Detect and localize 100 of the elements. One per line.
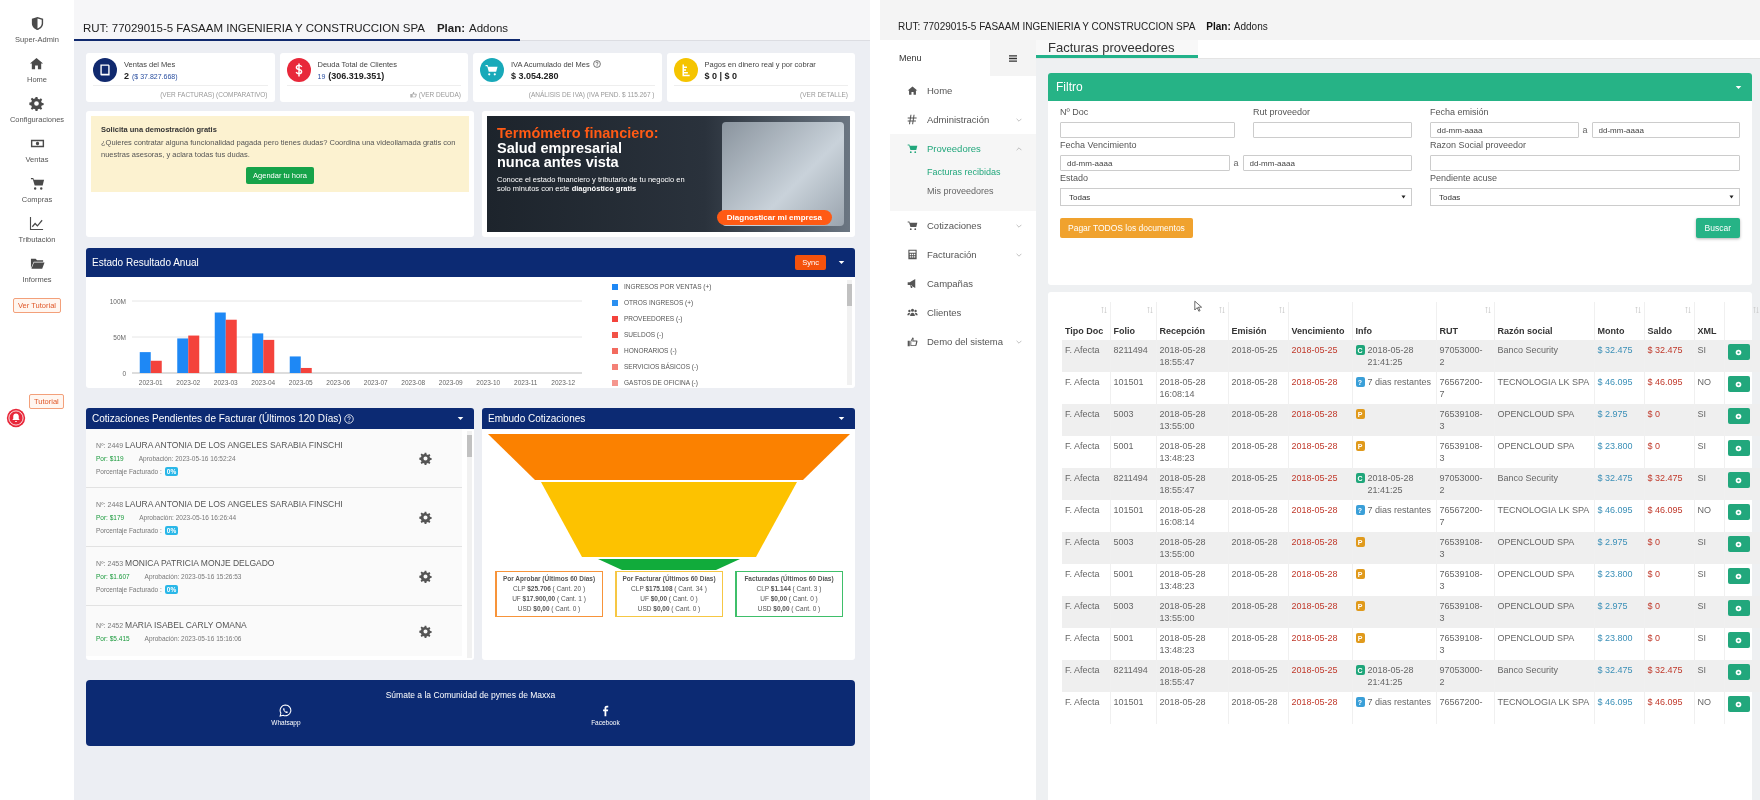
- gear-icon[interactable]: [419, 510, 432, 524]
- table-cell: $ 2.975: [1597, 600, 1628, 612]
- company-rut: RUT: 77029015-5 FASAAM INGENIERIA Y CONSTRUCCION SPA: [898, 21, 1196, 32]
- column-header[interactable]: Recepción: [1159, 326, 1205, 336]
- row-action-button[interactable]: [1727, 664, 1750, 680]
- caret-icon[interactable]: [457, 416, 464, 421]
- column-header[interactable]: Tipo Doc: [1065, 326, 1104, 336]
- plan-name: Addons: [1233, 21, 1268, 32]
- select-field[interactable]: Todas: [1430, 188, 1740, 206]
- menu-button[interactable]: [990, 40, 1036, 76]
- table-cell: $ 46.095: [1647, 696, 1683, 708]
- line-chart-icon: [29, 216, 45, 231]
- table-cell: $ 32.475: [1647, 472, 1683, 484]
- column-header[interactable]: XML: [1697, 326, 1717, 336]
- row-action-button[interactable]: [1727, 504, 1750, 520]
- table-cell: $ 46.095: [1597, 504, 1633, 516]
- date-field[interactable]: dd-mm-aaaa: [1591, 122, 1740, 138]
- table-cell: 2018-05-28: [1291, 408, 1338, 420]
- table-cell: TECNOLOGIA LK SPA: [1497, 504, 1590, 516]
- row-action-button[interactable]: [1727, 376, 1750, 392]
- table-cell: $ 32.475: [1647, 344, 1683, 356]
- column-header[interactable]: Folio: [1113, 326, 1135, 336]
- table-cell: SI: [1697, 472, 1706, 484]
- table-cell: 2018-05-28: [1291, 632, 1338, 644]
- table-cell: SI: [1697, 600, 1706, 612]
- table-cell: F. Afecta: [1065, 408, 1100, 420]
- column-header[interactable]: Saldo: [1647, 326, 1672, 336]
- table-cell: 101501: [1113, 504, 1144, 516]
- row-action-button[interactable]: [1727, 568, 1750, 584]
- panel-title: Cotizaciones Pendientes de Facturar (Últimos 120 Días): [92, 413, 342, 424]
- page-tab[interactable]: Facturas proveedores: [1036, 40, 1198, 58]
- table-cell: F. Afecta: [1065, 504, 1100, 516]
- row-action-button[interactable]: [1727, 600, 1750, 616]
- column-header[interactable]: Vencimiento: [1291, 326, 1345, 336]
- date-field[interactable]: dd-mm-aaaa: [1060, 155, 1230, 171]
- table-cell-text: 2018-05-28 21:41:25: [1367, 472, 1415, 496]
- table-cell: Banco Security: [1497, 344, 1559, 356]
- cart-icon: [907, 143, 918, 154]
- column-header[interactable]: RUT: [1439, 326, 1458, 336]
- table-cell: OPENCLOUD SPA: [1497, 440, 1575, 452]
- table-cell: SI: [1697, 568, 1706, 580]
- scrollbar[interactable]: [467, 431, 472, 658]
- table-cell-text: 2018-05-28 16:08:14: [1159, 376, 1207, 400]
- row-action-button[interactable]: [1727, 408, 1750, 424]
- gear-icon[interactable]: [419, 624, 432, 638]
- table-cell: NO: [1697, 504, 1711, 516]
- table-cell: 2018-05-28: [1291, 696, 1338, 708]
- table-cell: 2018-05-28: [1231, 408, 1278, 420]
- menu-item[interactable]: Facturación: [890, 240, 1036, 269]
- field-label: Pendiente acuse: [1430, 173, 1499, 183]
- table-cell-text: 2018-05-28 13:48:23: [1159, 440, 1207, 464]
- circle-icon: [1735, 444, 1742, 452]
- select-field[interactable]: Todas: [1060, 188, 1412, 206]
- table-cell: 101501: [1113, 696, 1144, 708]
- table-cell: NO: [1697, 696, 1711, 708]
- bell-icon[interactable]: [6, 408, 26, 428]
- table-cell: OPENCLOUD SPA: [1497, 600, 1575, 612]
- table-cell: SI: [1697, 344, 1706, 356]
- gear-icon: [29, 96, 45, 111]
- input-field[interactable]: [1060, 122, 1235, 138]
- table-cell: 7 dias restantes: [1367, 376, 1432, 388]
- row-action-button[interactable]: [1727, 472, 1750, 488]
- menu-item[interactable]: Home: [890, 76, 1036, 105]
- row-action-button[interactable]: [1727, 344, 1750, 360]
- range-separator: a: [1582, 125, 1588, 135]
- help-icon[interactable]: [592, 60, 601, 68]
- table-cell: OPENCLOUD SPA: [1497, 536, 1575, 548]
- caret-icon[interactable]: [838, 260, 845, 265]
- circle-icon: [1735, 412, 1742, 420]
- menu-item[interactable]: Campañas: [890, 269, 1036, 298]
- gear-icon[interactable]: [419, 569, 432, 583]
- column-header[interactable]: Monto: [1597, 326, 1625, 336]
- field-label: Fecha emisión: [1430, 107, 1490, 117]
- submenu-item[interactable]: Mis proveedores: [890, 182, 1036, 201]
- field-label: Razon Social proveedor: [1430, 140, 1528, 150]
- date-field[interactable]: dd-mm-aaaa: [1430, 122, 1579, 138]
- whatsapp-icon: [279, 704, 293, 717]
- plan-name: Addons: [469, 22, 509, 34]
- row-action-button[interactable]: [1727, 632, 1750, 648]
- row-action-button[interactable]: [1727, 536, 1750, 552]
- input-field[interactable]: [1430, 155, 1740, 171]
- scrollbar[interactable]: [847, 280, 852, 385]
- menu-item[interactable]: Administración: [890, 105, 1036, 134]
- column-header[interactable]: Info: [1355, 326, 1372, 336]
- menu-item[interactable]: Cotizaciones: [890, 211, 1036, 240]
- gear-icon[interactable]: [419, 451, 432, 465]
- client-name: MARIA ISABEL CARLY OMANA: [125, 620, 247, 630]
- menu-item[interactable]: Demo del sistema: [890, 327, 1036, 356]
- users-icon: [907, 307, 918, 318]
- row-action-button[interactable]: [1727, 696, 1750, 712]
- table-cell: OPENCLOUD SPA: [1497, 568, 1575, 580]
- column-header[interactable]: Razón social: [1497, 326, 1553, 336]
- input-field[interactable]: [1253, 122, 1412, 138]
- column-header[interactable]: Emisión: [1231, 326, 1267, 336]
- menu-item[interactable]: Clientes: [890, 298, 1036, 327]
- row-action-button[interactable]: [1727, 440, 1750, 456]
- caret-icon[interactable]: [838, 416, 845, 421]
- menu-title: Menu: [898, 53, 922, 63]
- table-cell-text: 2018-05-28 18:55:47: [1159, 344, 1207, 368]
- date-field[interactable]: dd-mm-aaaa: [1242, 155, 1412, 171]
